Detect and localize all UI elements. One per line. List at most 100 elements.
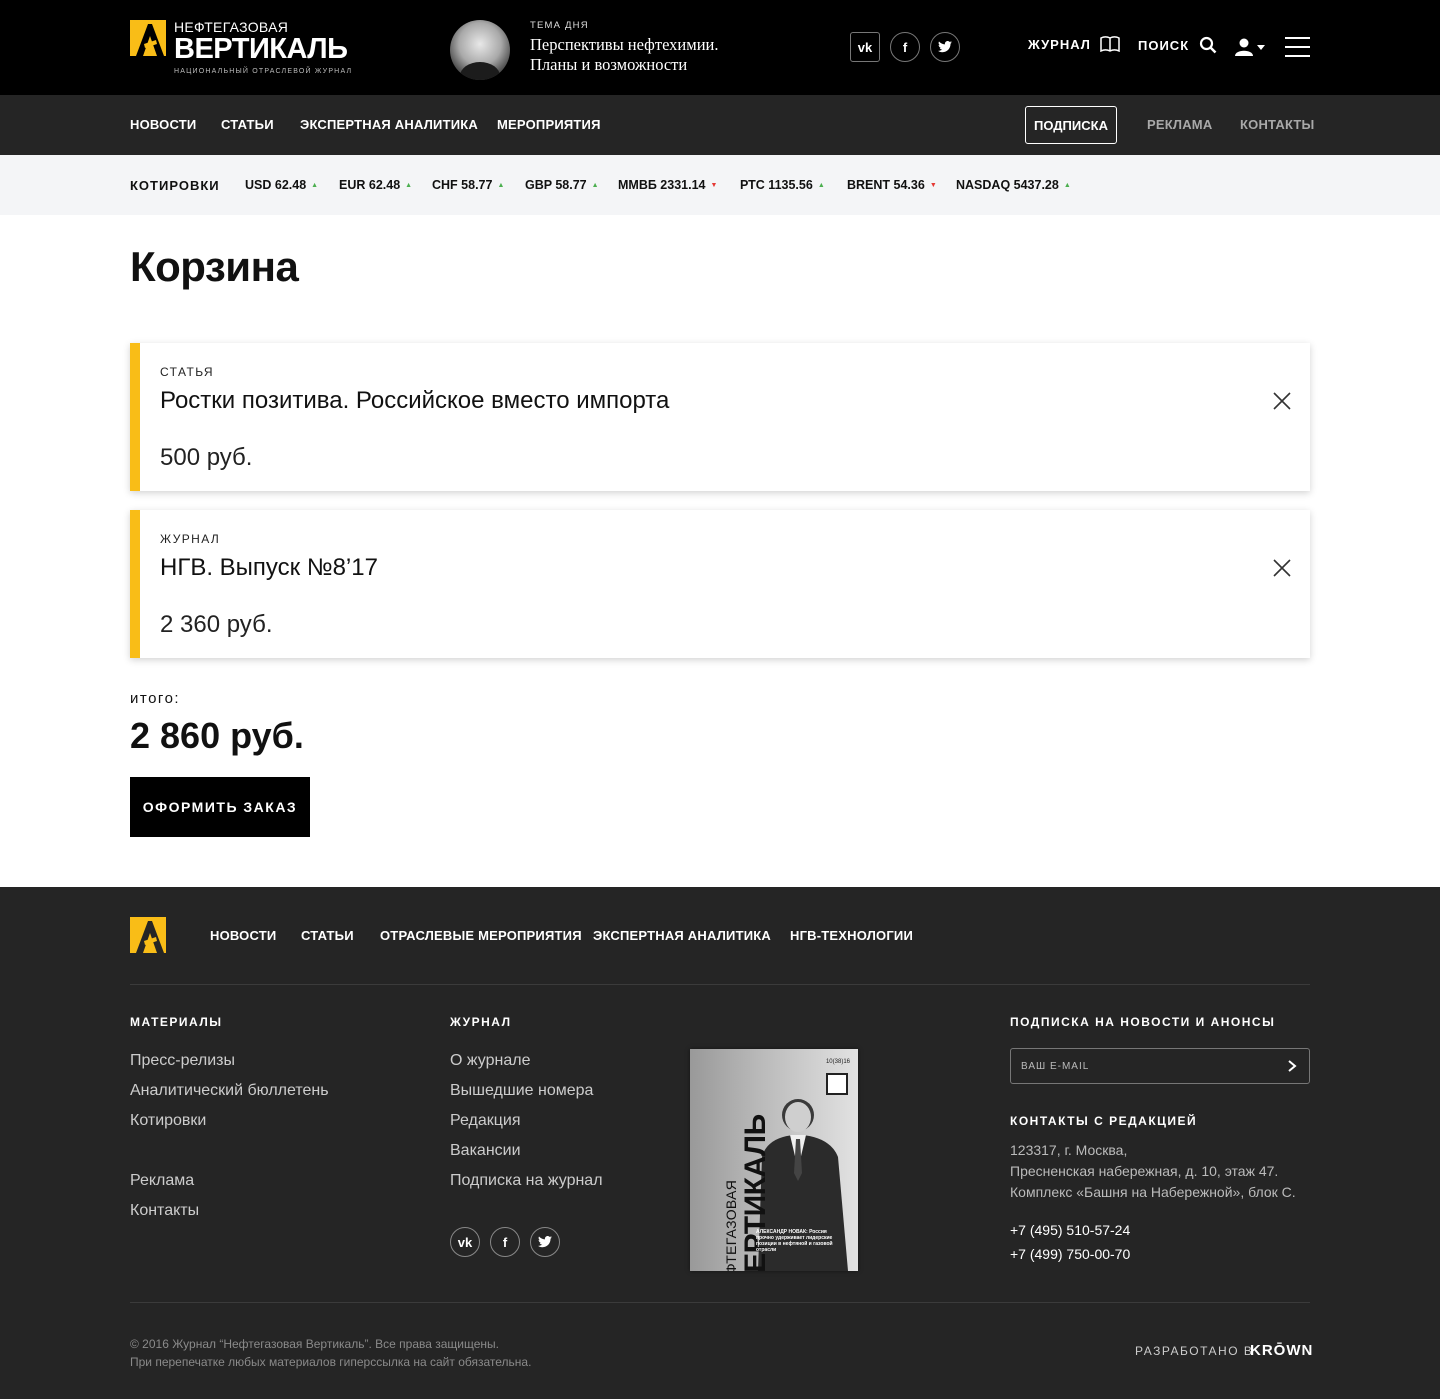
- arrow-down-icon: ▼: [929, 182, 937, 189]
- footer-social: vk f: [450, 1227, 560, 1257]
- logo-mark-icon: [130, 20, 166, 56]
- journal-link[interactable]: ЖУРНАЛ: [1028, 36, 1120, 52]
- arrow-up-icon: ▲: [1063, 182, 1071, 189]
- nav-item-ads[interactable]: РЕКЛАМА: [1147, 117, 1212, 132]
- footer-divider: [130, 984, 1310, 985]
- arrow-up-icon: ▲: [311, 182, 319, 189]
- site-logo[interactable]: НЕФТЕГАЗОВАЯ ВЕРТИКАЛЬ НАЦИОНАЛЬНЫЙ ОТРА…: [130, 20, 352, 75]
- footer-link-quotes[interactable]: Котировки: [130, 1112, 206, 1130]
- materials-heading: МАТЕРИАЛЫ: [130, 1015, 223, 1029]
- quotes-label: КОТИРОВКИ: [130, 178, 220, 193]
- quotes-bar: КОТИРОВКИ USD 62.48 ▲ EUR 62.48 ▲ CHF 58.7…: [0, 155, 1440, 215]
- arrow-up-icon: ▲: [405, 182, 413, 189]
- search-link[interactable]: ПОИСК: [1138, 36, 1217, 54]
- cart-item-title[interactable]: НГВ. Выпуск №8’17: [160, 554, 378, 582]
- footer-link-subscription[interactable]: Подписка на журнал: [450, 1172, 603, 1190]
- footer-link-vacancies[interactable]: Вакансии: [450, 1142, 521, 1160]
- quote-item[interactable]: ММВБ 2331.14 ▼: [618, 178, 717, 192]
- cover-issue: 10(38)16: [825, 1059, 850, 1065]
- twitter-icon[interactable]: [930, 32, 960, 62]
- quote-value: NASDAQ 5437.28: [956, 178, 1059, 192]
- footer-link-press[interactable]: Пресс-релизы: [130, 1052, 235, 1070]
- quote-value: ММВБ 2331.14: [618, 178, 706, 192]
- book-icon: [1100, 36, 1120, 52]
- quote-item[interactable]: РТС 1135.56 ▲: [740, 178, 825, 192]
- total-label: итого:: [130, 690, 181, 707]
- footer-nav-events[interactable]: ОТРАСЛЕВЫЕ МЕРОПРИЯТИЯ: [380, 928, 582, 943]
- facebook-icon[interactable]: f: [490, 1227, 520, 1257]
- quote-value: USD 62.48: [245, 178, 307, 192]
- quote-item[interactable]: CHF 58.77 ▲: [432, 178, 504, 192]
- user-menu[interactable]: [1234, 38, 1265, 56]
- checkout-button[interactable]: ОФОРМИТЬ ЗАКАЗ: [130, 777, 310, 837]
- vk-icon[interactable]: vk: [850, 32, 880, 62]
- site-header: НЕФТЕГАЗОВАЯ ВЕРТИКАЛЬ НАЦИОНАЛЬНЫЙ ОТРА…: [0, 0, 1440, 95]
- total-value: 2 860 руб.: [130, 715, 304, 756]
- topic-of-day[interactable]: ТЕМА ДНЯ Перспективы нефтехимии. Планы и…: [450, 20, 750, 80]
- footer-logo-icon[interactable]: [130, 917, 166, 953]
- logo-subtitle: НАЦИОНАЛЬНЫЙ ОТРАСЛЕВОЙ ЖУРНАЛ: [174, 68, 353, 75]
- quote-item[interactable]: GBP 58.77 ▲: [525, 178, 599, 192]
- main-nav: НОВОСТИ СТАТЬИ ЭКСПЕРТНАЯ АНАЛИТИКА МЕРО…: [0, 95, 1440, 155]
- subscribe-button[interactable]: ПОДПИСКА: [1025, 106, 1117, 144]
- remove-item-icon[interactable]: [1272, 391, 1292, 411]
- journal-label: ЖУРНАЛ: [1028, 36, 1091, 52]
- twitter-icon[interactable]: [530, 1227, 560, 1257]
- qr-code-icon: [826, 1073, 848, 1095]
- site-footer: НОВОСТИ СТАТЬИ ОТРАСЛЕВЫЕ МЕРОПРИЯТИЯ ЭК…: [0, 887, 1440, 1399]
- footer-nav-technologies[interactable]: НГВ-ТЕХНОЛОГИИ: [790, 928, 913, 943]
- vk-icon[interactable]: vk: [450, 1227, 480, 1257]
- quote-value: CHF 58.77: [432, 178, 493, 192]
- footer-nav-analytics[interactable]: ЭКСПЕРТНАЯ АНАЛИТИКА: [593, 928, 771, 943]
- quote-item[interactable]: USD 62.48 ▲: [245, 178, 318, 192]
- cart-item-price: 2 360 руб.: [160, 611, 273, 638]
- quote-value: EUR 62.48: [339, 178, 401, 192]
- nav-item-events[interactable]: МЕРОПРИЯТИЯ: [497, 117, 601, 132]
- phone-link[interactable]: +7 (499) 750-00-70: [1010, 1246, 1130, 1262]
- cover-title-top: НЕФТЕГАЗОВАЯ: [723, 1179, 739, 1271]
- footer-link-ads[interactable]: Реклама: [130, 1172, 194, 1190]
- footer-link-issues[interactable]: Вышедшие номера: [450, 1082, 593, 1100]
- developer-logo[interactable]: KRŌWN: [1250, 1342, 1313, 1359]
- copyright: © 2016 Журнал “Нефтегазовая Вертикаль”. …: [130, 1335, 531, 1371]
- quote-item[interactable]: EUR 62.48 ▲: [339, 178, 412, 192]
- nav-item-articles[interactable]: СТАТЬИ: [221, 117, 274, 132]
- quote-item[interactable]: BRENT 54.36 ▼: [847, 178, 937, 192]
- subscribe-heading: ПОДПИСКА НА НОВОСТИ И АНОНСЫ: [1010, 1015, 1276, 1029]
- copyright-line: При перепечатке любых материалов гиперсс…: [130, 1355, 532, 1369]
- developed-by-label: РАЗРАБОТАНО В: [1135, 1344, 1254, 1358]
- quote-value: РТС 1135.56: [740, 178, 813, 192]
- user-icon: [1235, 38, 1253, 56]
- facebook-icon[interactable]: f: [890, 32, 920, 62]
- menu-icon[interactable]: [1285, 37, 1310, 57]
- cover-caption: АЛЕКСАНДР НОВАК: Россия прочно удерживае…: [756, 1229, 833, 1253]
- email-field[interactable]: [1011, 1049, 1271, 1083]
- cart-item-category: ЖУРНАЛ: [160, 532, 221, 546]
- logo-main-text: ВЕРТИКАЛЬ: [174, 33, 348, 65]
- footer-link-bulletin[interactable]: Аналитический бюллетень: [130, 1082, 329, 1100]
- address-line: 123317, г. Москва,: [1010, 1142, 1128, 1158]
- topic-caption: ТЕМА ДНЯ: [530, 20, 589, 31]
- footer-link-contacts[interactable]: Контакты: [130, 1202, 199, 1220]
- footer-link-about[interactable]: О журнале: [450, 1052, 530, 1070]
- nav-item-news[interactable]: НОВОСТИ: [130, 117, 196, 132]
- cart-item-category: СТАТЬЯ: [160, 365, 214, 379]
- nav-item-analytics[interactable]: ЭКСПЕРТНАЯ АНАЛИТИКА: [300, 117, 478, 132]
- quote-item[interactable]: NASDAQ 5437.28 ▲: [956, 178, 1071, 192]
- magazine-cover[interactable]: 10(38)16 НЕФТЕГАЗОВАЯ ВЕРТИКАЛЬ АЛЕКСАНД…: [690, 1049, 858, 1271]
- cart-item: СТАТЬЯ Ростки позитива. Российское вмест…: [130, 343, 1310, 491]
- chevron-right-icon[interactable]: [1287, 1060, 1297, 1072]
- footer-nav-news[interactable]: НОВОСТИ: [210, 928, 276, 943]
- caret-down-icon: [1257, 44, 1265, 50]
- remove-item-icon[interactable]: [1272, 558, 1292, 578]
- page-title: Корзина: [130, 243, 299, 290]
- cart-item: ЖУРНАЛ НГВ. Выпуск №8’17 2 360 руб.: [130, 510, 1310, 658]
- topic-title[interactable]: Перспективы нефтехимии. Планы и возможно…: [530, 35, 750, 75]
- footer-link-editorial[interactable]: Редакция: [450, 1112, 521, 1130]
- nav-item-contacts[interactable]: КОНТАКТЫ: [1240, 117, 1314, 132]
- arrow-up-icon: ▲: [497, 182, 505, 189]
- phone-link[interactable]: +7 (495) 510-57-24: [1010, 1222, 1130, 1238]
- address-line: Комплекс «Башня на Набережной», блок С.: [1010, 1184, 1296, 1200]
- footer-nav-articles[interactable]: СТАТЬИ: [301, 928, 354, 943]
- cart-item-title[interactable]: Ростки позитива. Российское вместо импор…: [160, 387, 669, 415]
